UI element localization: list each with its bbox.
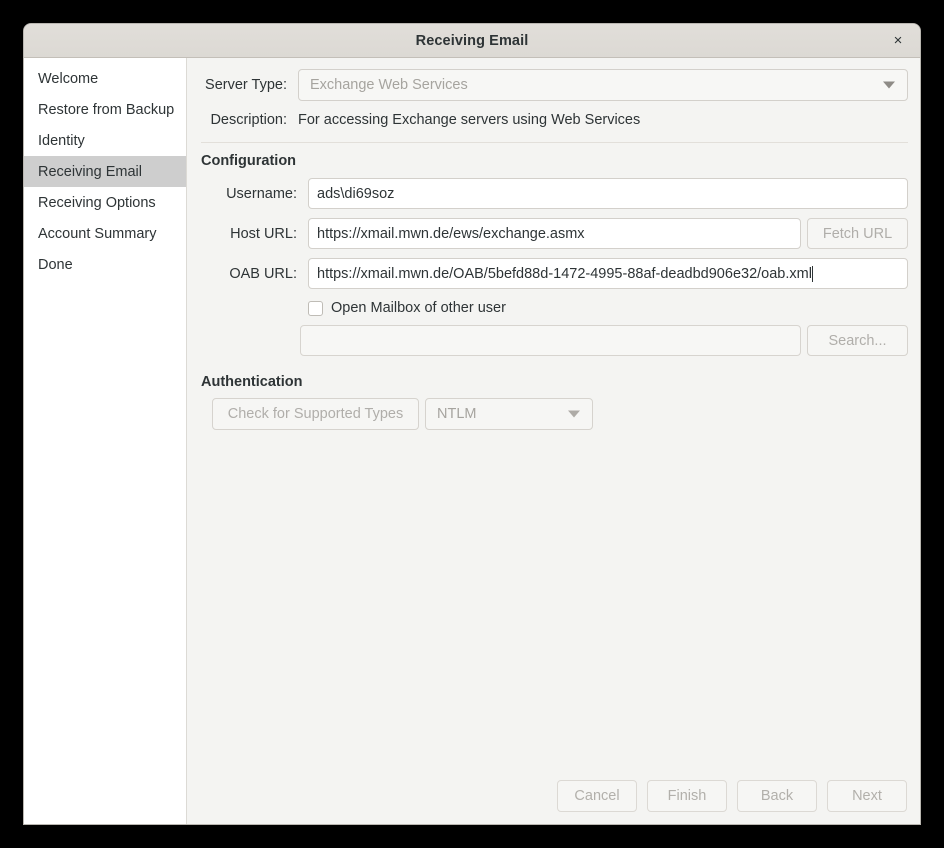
- oab-url-label: OAB URL:: [201, 266, 297, 282]
- open-mailbox-label: Open Mailbox of other user: [331, 300, 506, 316]
- authentication-method-select[interactable]: NTLM: [425, 398, 593, 430]
- description-label: Description:: [201, 112, 287, 128]
- sidebar-item-receiving-email[interactable]: Receiving Email: [24, 156, 186, 187]
- mailbox-search-button[interactable]: Search...: [807, 325, 908, 356]
- host-url-value: https://xmail.mwn.de/ews/exchange.asmx: [309, 226, 585, 242]
- close-icon[interactable]: ×: [886, 29, 910, 53]
- mailbox-search-row: Search...: [201, 325, 908, 356]
- username-row: Username: ads\di69soz: [201, 178, 908, 209]
- server-type-row: Server Type: Exchange Web Services: [201, 69, 908, 101]
- authentication-heading: Authentication: [201, 374, 920, 390]
- fetch-url-button[interactable]: Fetch URL: [807, 218, 908, 249]
- cancel-button[interactable]: Cancel: [557, 780, 637, 812]
- dialog-body: Welcome Restore from Backup Identity Rec…: [24, 58, 920, 824]
- server-type-value: Exchange Web Services: [299, 77, 468, 93]
- sidebar-item-label: Receiving Email: [38, 164, 142, 180]
- finish-button[interactable]: Finish: [647, 780, 727, 812]
- sidebar-item-label: Identity: [38, 133, 85, 149]
- username-label: Username:: [201, 186, 297, 202]
- oab-url-value: https://xmail.mwn.de/OAB/5befd88d-1472-4…: [309, 266, 812, 282]
- configuration-heading: Configuration: [201, 153, 920, 169]
- mailbox-search-input[interactable]: [300, 325, 801, 356]
- sidebar-item-done[interactable]: Done: [24, 249, 186, 280]
- chevron-down-icon: [883, 82, 895, 89]
- wizard-steps-sidebar: Welcome Restore from Backup Identity Rec…: [24, 58, 187, 824]
- host-url-label: Host URL:: [201, 226, 297, 242]
- sidebar-item-label: Receiving Options: [38, 195, 156, 211]
- host-url-input[interactable]: https://xmail.mwn.de/ews/exchange.asmx: [308, 218, 801, 249]
- sidebar-item-label: Restore from Backup: [38, 102, 174, 118]
- sidebar-item-welcome[interactable]: Welcome: [24, 63, 186, 94]
- username-value: ads\di69soz: [309, 186, 394, 202]
- open-mailbox-row: Open Mailbox of other user: [201, 300, 908, 316]
- sidebar-item-label: Done: [38, 257, 73, 273]
- server-type-select[interactable]: Exchange Web Services: [298, 69, 908, 101]
- back-button[interactable]: Back: [737, 780, 817, 812]
- oab-url-row: OAB URL: https://xmail.mwn.de/OAB/5befd8…: [201, 258, 908, 289]
- description-row: Description: For accessing Exchange serv…: [201, 112, 908, 128]
- username-input[interactable]: ads\di69soz: [308, 178, 908, 209]
- sidebar-item-account-summary[interactable]: Account Summary: [24, 218, 186, 249]
- description-value: For accessing Exchange servers using Web…: [298, 112, 640, 128]
- server-type-label: Server Type:: [201, 77, 287, 93]
- text-cursor: [812, 266, 813, 282]
- section-divider: [201, 142, 908, 143]
- sidebar-item-label: Account Summary: [38, 226, 156, 242]
- oab-url-input[interactable]: https://xmail.mwn.de/OAB/5befd88d-1472-4…: [308, 258, 908, 289]
- check-supported-types-button[interactable]: Check for Supported Types: [212, 398, 419, 430]
- sidebar-item-identity[interactable]: Identity: [24, 125, 186, 156]
- receiving-email-dialog: Receiving Email × Welcome Restore from B…: [24, 24, 920, 824]
- sidebar-item-receiving-options[interactable]: Receiving Options: [24, 187, 186, 218]
- sidebar-item-label: Welcome: [38, 71, 98, 87]
- authentication-row: Check for Supported Types NTLM: [201, 398, 908, 430]
- dialog-footer: Cancel Finish Back Next: [557, 780, 907, 812]
- authentication-method-value: NTLM: [426, 406, 476, 422]
- chevron-down-icon: [568, 411, 580, 418]
- open-mailbox-checkbox[interactable]: [308, 301, 323, 316]
- main-panel: Server Type: Exchange Web Services Descr…: [187, 58, 920, 824]
- window-title: Receiving Email: [416, 33, 529, 49]
- titlebar: Receiving Email ×: [24, 24, 920, 58]
- next-button[interactable]: Next: [827, 780, 907, 812]
- host-url-row: Host URL: https://xmail.mwn.de/ews/excha…: [201, 218, 908, 249]
- sidebar-item-restore-from-backup[interactable]: Restore from Backup: [24, 94, 186, 125]
